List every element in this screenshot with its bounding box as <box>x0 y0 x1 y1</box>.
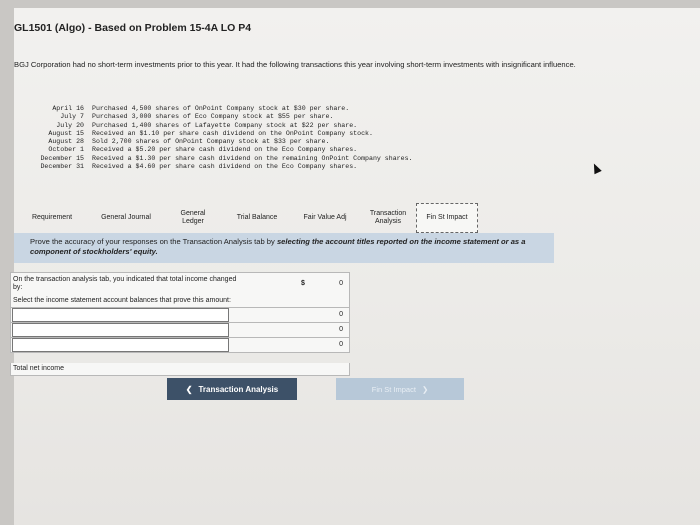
tab-bar: Requirement General Journal General Ledg… <box>14 203 478 233</box>
transaction-text: Received a $5.20 per share cash dividend… <box>92 146 358 154</box>
transaction-date: August 15 <box>48 129 84 137</box>
transaction-row: August 15 Received an $1.10 per share cas… <box>14 130 413 138</box>
transaction-list: April 16 Purchased 4,500 shares of OnPoin… <box>14 105 413 171</box>
account-balance-value: 0 <box>339 341 343 348</box>
transaction-row: August 28 Sold 2,700 shares of OnPoint Co… <box>14 138 413 146</box>
transaction-date: July 20 <box>56 121 84 129</box>
total-net-income-label: Total net income <box>13 365 64 372</box>
transaction-row: July 20 Purchased 1,400 shares of Lafayet… <box>14 122 413 130</box>
page-title: GL1501 (Algo) - Based on Problem 15-4A L… <box>14 22 252 34</box>
transaction-date: December 31 <box>40 163 84 171</box>
transaction-date: August 28 <box>48 138 84 146</box>
transaction-row: October 1 Received a $5.20 per share cash… <box>14 146 413 154</box>
indicated-income-label: On the transaction analysis tab, you ind… <box>13 276 237 291</box>
chevron-left-icon: ❮ <box>185 384 193 394</box>
instruction-text: Prove the accuracy of your responses on … <box>30 237 277 246</box>
tab-trial-balance[interactable]: Trial Balance <box>224 203 290 233</box>
account-title-select[interactable] <box>12 338 229 352</box>
prev-tab-button[interactable]: ❮ Transaction Analysis <box>167 378 297 400</box>
account-row: 0 <box>10 323 350 338</box>
tab-transaction-analysis[interactable]: Transaction Analysis <box>360 203 416 233</box>
transaction-text: Purchased 3,000 shares of Eco Company st… <box>92 113 334 121</box>
transaction-text: Received an $1.10 per share cash dividen… <box>92 129 373 137</box>
transaction-text: Purchased 1,400 shares of Lafayette Comp… <box>92 121 358 129</box>
transaction-text: Purchased 4,500 shares of OnPoint Compan… <box>92 105 350 112</box>
transaction-text: Sold 2,700 shares of OnPoint Company sto… <box>92 138 330 146</box>
currency-symbol: $ <box>301 280 305 287</box>
account-title-select[interactable] <box>12 323 229 337</box>
tab-requirement[interactable]: Requirement <box>14 203 90 233</box>
fin-st-impact-table: On the transaction analysis tab, you ind… <box>10 272 350 376</box>
indicated-income-value: 0 <box>339 280 343 287</box>
account-title-select[interactable] <box>12 308 229 322</box>
account-balance-value: 0 <box>339 326 343 333</box>
account-row: 0 <box>10 338 350 353</box>
chevron-right-icon: ❯ <box>421 384 429 394</box>
assignment-page <box>14 8 700 525</box>
select-accounts-row: Select the income statement account bala… <box>10 295 350 308</box>
prev-tab-label: Transaction Analysis <box>198 384 279 394</box>
transaction-date: April 16 <box>52 105 84 112</box>
transaction-text: Received a $1.30 per share cash dividend… <box>92 154 413 162</box>
indicated-income-row: On the transaction analysis tab, you ind… <box>10 272 350 295</box>
account-row: 0 <box>10 308 350 323</box>
instruction-banner: Prove the accuracy of your responses on … <box>14 233 554 263</box>
transaction-row: December 15 Received a $1.30 per share ca… <box>14 154 413 163</box>
transaction-date: July 7 <box>60 113 84 121</box>
transaction-text: Received a $4.60 per share cash dividend… <box>92 163 358 171</box>
transaction-row: July 7 Purchased 3,000 shares of Eco Comp… <box>14 113 413 121</box>
tab-fair-value-adj[interactable]: Fair Value Adj <box>290 203 360 233</box>
transaction-date: October 1 <box>48 146 84 154</box>
tab-general-journal[interactable]: General Journal <box>90 203 162 233</box>
tab-general-ledger[interactable]: General Ledger <box>162 203 224 233</box>
problem-intro: BGJ Corporation had no short-term invest… <box>14 60 576 69</box>
next-tab-button[interactable]: Fin St Impact ❯ <box>336 378 464 400</box>
total-net-income-row: Total net income <box>10 363 350 376</box>
tab-fin-st-impact[interactable]: Fin St Impact <box>416 203 478 233</box>
transaction-date: December 15 <box>40 154 84 162</box>
next-tab-label: Fin St Impact <box>371 384 416 394</box>
account-balance-value: 0 <box>339 311 343 318</box>
select-accounts-label: Select the income statement account bala… <box>13 297 231 304</box>
transaction-row: December 31 Received a $4.60 per share ca… <box>14 163 413 171</box>
transaction-row: April 16 Purchased 4,500 shares of OnPoin… <box>14 105 413 113</box>
